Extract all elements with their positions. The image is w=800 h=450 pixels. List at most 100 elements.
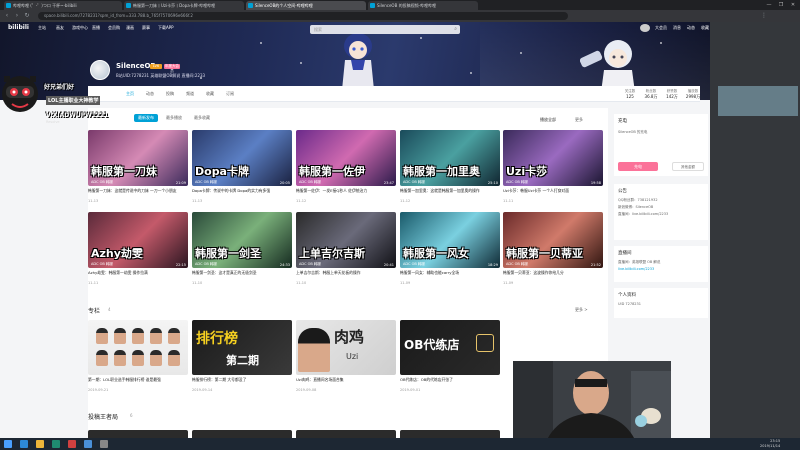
video-card[interactable]: 上单吉尔吉斯 ADC OB 韩服 20:41 上单吉尔吉斯：韩服上单天花板的操作 11-… xyxy=(296,212,396,285)
search-input[interactable]: 搜索 ⌕ xyxy=(310,25,460,34)
video-card[interactable]: 韩服第一风女 ADC OB 韩服 18:29 韩服第一风女：辅助也能carry全场 11… xyxy=(400,212,500,285)
taskbar-app-icon[interactable] xyxy=(20,440,28,448)
tab-home[interactable]: 主页 xyxy=(126,91,134,97)
sort-most-played[interactable]: 最多播放 xyxy=(162,114,186,122)
charge-other-button[interactable]: 其他金额 xyxy=(672,162,704,171)
extension-icon[interactable]: ⋮ xyxy=(760,12,768,20)
back-icon[interactable]: ‹ xyxy=(3,12,11,20)
nav-link[interactable]: 大会员 xyxy=(655,25,667,31)
forward-icon[interactable]: › xyxy=(13,12,21,20)
section3-thumb[interactable] xyxy=(296,430,396,438)
column-card[interactable]: 排行榜 第二期 韩服排行榜：第二期 大号都没了 2019-09-14 xyxy=(192,320,292,392)
column-thumbnail[interactable]: 排行榜 第二期 xyxy=(192,320,292,375)
section3-thumb[interactable] xyxy=(400,430,500,438)
video-thumbnail[interactable]: 上单吉尔吉斯 ADC OB 韩服 20:41 xyxy=(296,212,396,268)
column-card[interactable]: 肉鸡 Uzi Uzi肉鸡：直播间名场面合集 2019-09-08 xyxy=(296,320,396,392)
video-thumbnail[interactable]: 韩服第一佐伊 ADC OB 韩服 23:47 xyxy=(296,130,396,186)
section3-thumb[interactable] xyxy=(88,430,188,438)
section3-thumb[interactable] xyxy=(192,430,292,438)
maximize-icon[interactable]: ❐ xyxy=(776,1,786,9)
folder-icon[interactable] xyxy=(36,440,44,448)
column-title[interactable]: 韩服排行榜：第二期 大号都没了 xyxy=(192,377,292,387)
close-icon[interactable]: ✕ xyxy=(788,1,798,9)
video-title[interactable]: 韩服第一剑圣：这才是真正的无极剑圣 xyxy=(192,270,292,280)
nav-link[interactable]: 收藏 xyxy=(701,25,709,31)
video-card[interactable]: 韩服第一佐伊 ADC OB 韩服 23:47 韩服第一佐伊：一发E接Q秒人 佐伊统治力… xyxy=(296,130,396,203)
video-title[interactable]: 韩服第一加里奥：这就是韩服第一加里奥的操作 xyxy=(400,188,500,198)
user-avatar-icon[interactable] xyxy=(640,24,650,32)
more-videos-link[interactable]: 更多 xyxy=(575,117,583,123)
nav-link[interactable]: 游戏中心 xyxy=(72,25,88,31)
charge-button[interactable]: 充电 xyxy=(618,162,658,171)
minimize-icon[interactable]: — xyxy=(764,1,774,9)
video-thumbnail[interactable]: Uzi卡莎 ADC OB 韩服 19:58 xyxy=(503,130,603,186)
nav-link[interactable]: 直播 xyxy=(92,25,100,31)
sort-most-favorited[interactable]: 最多收藏 xyxy=(190,114,214,122)
video-title[interactable]: 韩服第一刀妹：这就是传说中的刀妹 一刀一个小朋友 xyxy=(88,188,188,198)
video-thumbnail[interactable]: 韩服第一剑圣 ADC OB 韩服 24:33 xyxy=(192,212,292,268)
taskbar-app-icon[interactable] xyxy=(52,440,60,448)
nav-link[interactable]: 画友 xyxy=(56,25,64,31)
browser-tab[interactable]: 哔哩哔哩 (゜-゜)つロ 干杯~-bilibili xyxy=(4,1,122,10)
video-card[interactable]: 韩服第一加里奥 ADC OB 韩服 25:10 韩服第一加里奥：这就是韩服第一加里奥的… xyxy=(400,130,500,203)
column-thumbnail[interactable]: OB代练店 xyxy=(400,320,500,375)
tab-channels[interactable]: 频道 xyxy=(186,91,194,97)
tab-dynamic[interactable]: 动态 xyxy=(146,91,154,97)
bilibili-logo[interactable]: bilibili xyxy=(8,24,29,31)
video-title[interactable]: Dopa卡牌：传说中的卡牌 Dopa的实力有多强 xyxy=(192,188,292,198)
column-title[interactable]: 第一期：LOL职业选手韩服排行榜 谁是最强 xyxy=(88,377,188,387)
video-card[interactable]: 韩服第一剑圣 ADC OB 韩服 24:33 韩服第一剑圣：这才是真正的无极剑圣 11-… xyxy=(192,212,292,285)
video-card[interactable]: Dopa卡牌 ADC OB 韩服 20:05 Dopa卡牌：传说中的卡牌 Dopa的实… xyxy=(192,130,292,203)
nav-link[interactable]: 漫画 xyxy=(126,25,134,31)
nav-link[interactable]: 消息 xyxy=(673,25,681,31)
video-card[interactable]: Azhy劫雯 ADC OB 韩服 22:15 Azhy劫雯：韩服第一劫雯 操作拉满 11… xyxy=(88,212,188,285)
profile-avatar[interactable] xyxy=(90,60,110,80)
column-card[interactable]: 第一期：LOL职业选手韩服排行榜 谁是最强 2019-09-21 xyxy=(88,320,188,392)
video-card[interactable]: 韩服第一刀妹 ADC OB 韩服 21:09 韩服第一刀妹：这就是传说中的刀妹 一刀一… xyxy=(88,130,188,203)
tab-subscriptions[interactable]: 订阅 xyxy=(226,91,234,97)
taskbar-app-icon[interactable] xyxy=(68,440,76,448)
column-thumbnail[interactable] xyxy=(88,320,188,375)
video-thumbnail[interactable]: 韩服第一加里奥 ADC OB 韩服 25:10 xyxy=(400,130,500,186)
search-icon[interactable]: ⌕ xyxy=(454,25,457,34)
video-thumbnail[interactable]: 韩服第一风女 ADC OB 韩服 18:29 xyxy=(400,212,500,268)
video-title[interactable]: 上单吉尔吉斯：韩服上单天花板的操作 xyxy=(296,270,396,280)
video-thumbnail[interactable]: Azhy劫雯 ADC OB 韩服 22:15 xyxy=(88,212,188,268)
column-card[interactable]: OB代练店 OB代练店：OB的代练店开张了 2019-09-01 xyxy=(400,320,500,392)
tab-videos[interactable]: 投稿 xyxy=(166,91,174,97)
nav-link[interactable]: 主站 xyxy=(38,25,46,31)
live-link[interactable]: live.bilibili.com/2233 xyxy=(618,267,654,271)
video-thumbnail[interactable]: 韩服第一贝蒂亚 ADC OB 韩服 21:52 xyxy=(503,212,603,268)
browser-tab-active[interactable]: SilenceOB的个人空间-哔哩哔哩 xyxy=(246,1,366,10)
nav-link[interactable]: 下载APP xyxy=(158,25,174,31)
browser-tab[interactable]: 韩服第一刀妹丨Uzi卡莎丨Dopa卡牌-哔哩哔哩 xyxy=(124,1,244,10)
video-card[interactable]: Uzi卡莎 ADC OB 韩服 19:58 Uzi卡莎：韩服Uzi卡莎 一个人打穿对面… xyxy=(503,130,603,203)
columns-more-link[interactable]: 更多 > xyxy=(575,307,588,313)
nav-link[interactable]: 赛事 xyxy=(142,25,150,31)
chrome-icon[interactable] xyxy=(84,440,92,448)
column-title[interactable]: Uzi肉鸡：直播间名场面合集 xyxy=(296,377,396,387)
url-field[interactable]: space.bilibili.com/7278231?spm_id_from=3… xyxy=(38,12,568,20)
video-thumbnail[interactable]: 韩服第一刀妹 ADC OB 韩服 21:09 xyxy=(88,130,188,186)
nav-link[interactable]: 会员购 xyxy=(108,25,120,31)
reload-icon[interactable]: ↻ xyxy=(23,12,31,20)
video-title[interactable]: Azhy劫雯：韩服第一劫雯 操作拉满 xyxy=(88,270,188,280)
tab-favorites[interactable]: 收藏 xyxy=(206,91,214,97)
column-title[interactable]: OB代练店：OB的代练店开张了 xyxy=(400,377,500,387)
video-title[interactable]: 韩服第一佐伊：一发E接Q秒人 佐伊统治力 xyxy=(296,188,396,198)
video-thumbnail[interactable]: Dopa卡牌 ADC OB 韩服 20:05 xyxy=(192,130,292,186)
taskbar-app-icon[interactable] xyxy=(100,440,108,448)
start-icon[interactable] xyxy=(4,440,12,448)
column-thumbnail[interactable]: 肉鸡 Uzi xyxy=(296,320,396,375)
sort-latest[interactable]: 最新发布 xyxy=(134,114,158,122)
nav-link[interactable]: 动态 xyxy=(687,25,695,31)
stat-following[interactable]: 关注数 125 xyxy=(620,89,640,99)
video-card[interactable]: 韩服第一贝蒂亚 ADC OB 韩服 21:52 韩服第一贝蒂亚：这波操作你给几分 11-… xyxy=(503,212,603,285)
stat-followers[interactable]: 粉丝数 36.8万 xyxy=(641,89,661,100)
browser-tab[interactable]: SilenceOB 的投稿视频-哔哩哔哩 xyxy=(368,1,478,10)
video-title[interactable]: 韩服第一风女：辅助也能carry全场 xyxy=(400,270,500,280)
video-title[interactable]: 韩服第一贝蒂亚：这波操作你给几分 xyxy=(503,270,603,280)
video-duration: 20:41 xyxy=(383,263,394,267)
video-title[interactable]: Uzi卡莎：韩服Uzi卡莎 一个人打穿对面 xyxy=(503,188,603,198)
play-all-link[interactable]: 播放全部 xyxy=(540,117,556,123)
